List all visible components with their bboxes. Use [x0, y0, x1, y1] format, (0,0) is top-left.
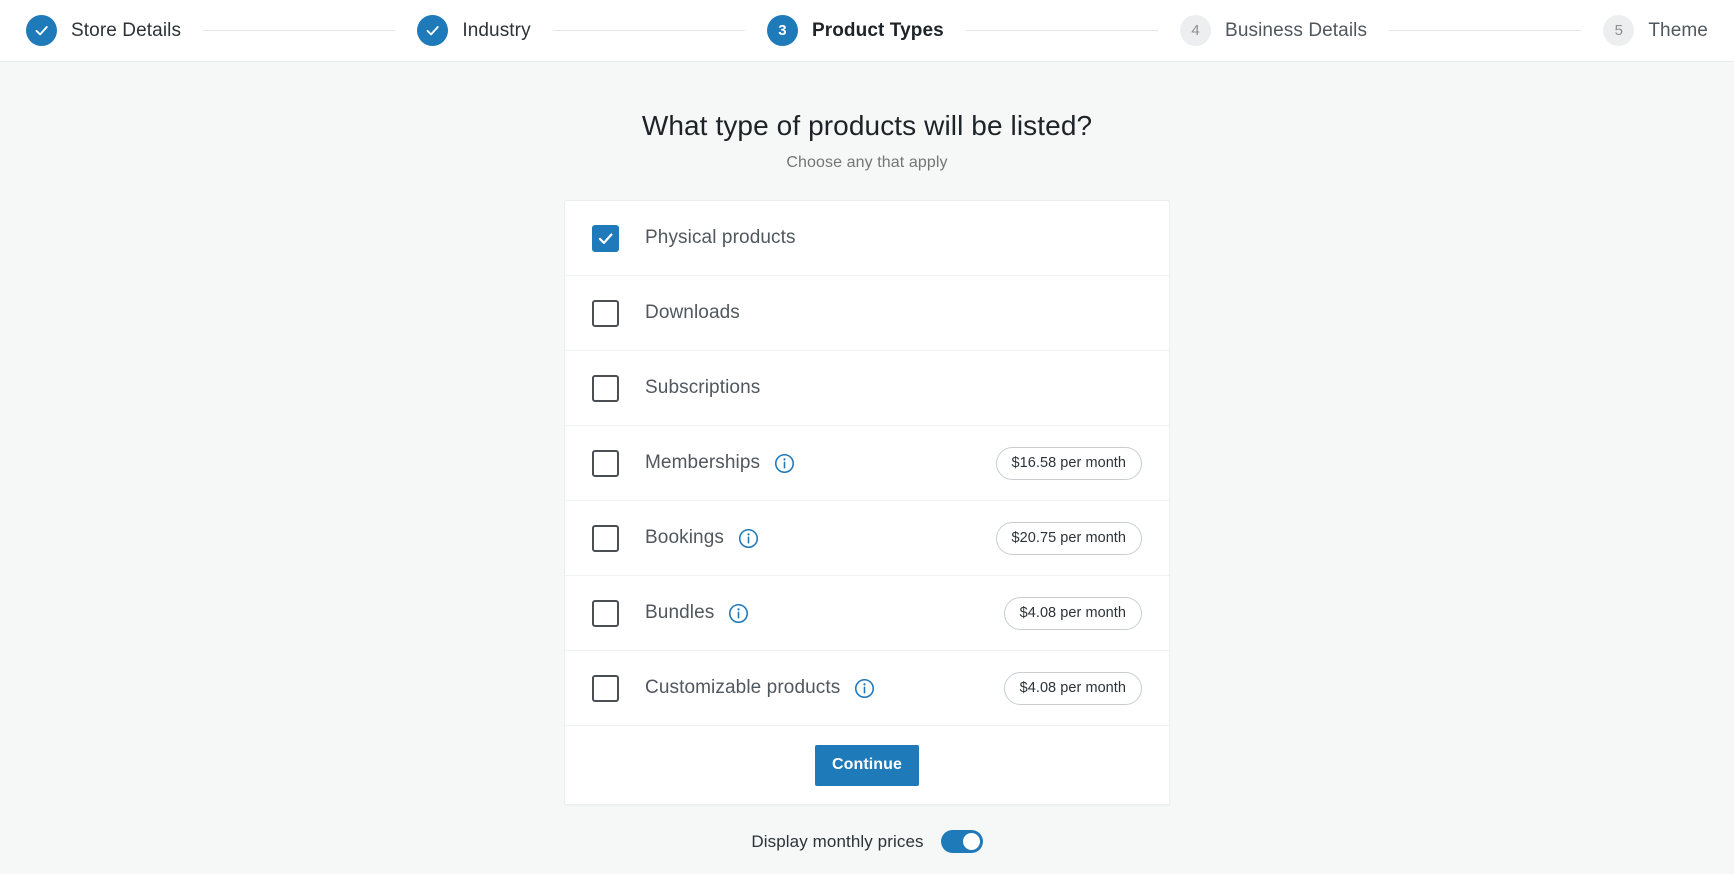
stepper-step-label: Product Types [811, 19, 944, 41]
checkbox-downloads[interactable] [592, 299, 619, 327]
step-connector [1389, 30, 1582, 31]
info-icon[interactable] [774, 453, 795, 474]
display-monthly-prices-toggle[interactable] [940, 830, 983, 853]
stepper-step-label: Industry [462, 19, 531, 41]
product-types-list: Physical products Downloads Subscriptions M… [565, 201, 1169, 726]
stepper-step-label: Business Details [1225, 19, 1368, 41]
stepper-step-label: Store Details [71, 19, 182, 41]
checkbox-subscriptions[interactable] [592, 374, 619, 402]
checkbox-bookings[interactable] [592, 524, 619, 552]
product-type-label: Customizable products [645, 677, 841, 698]
product-type-row[interactable]: Bookings $20.75 per month [565, 501, 1169, 576]
price-badge: $4.08 per month [1003, 596, 1142, 630]
price-badge: $4.08 per month [1003, 671, 1142, 705]
checkbox-bundles[interactable] [592, 599, 619, 627]
product-types-card: Physical products Downloads Subscriptions M… [564, 200, 1170, 805]
step-number-badge: 4 [1180, 15, 1212, 46]
checkbox-customizable-products[interactable] [592, 674, 619, 702]
step-connector [203, 30, 396, 31]
product-type-row[interactable]: Subscriptions [565, 351, 1169, 426]
product-type-label: Downloads [645, 302, 740, 323]
price-badge: $16.58 per month [995, 446, 1142, 480]
product-type-row[interactable]: Customizable products $4.08 per month [565, 651, 1169, 726]
product-type-row[interactable]: Memberships $16.58 per month [565, 426, 1169, 501]
stepper-step-store-details[interactable]: Store Details [26, 15, 181, 46]
check-icon [417, 15, 449, 46]
product-type-row[interactable]: Physical products [565, 201, 1169, 276]
step-connector [965, 30, 1159, 31]
info-icon[interactable] [728, 603, 749, 624]
product-type-label: Physical products [645, 227, 796, 248]
stepper-step-business-details: 4 Business Details [1180, 15, 1367, 46]
info-icon[interactable] [854, 678, 875, 699]
main-content: What type of products will be listed? Ch… [0, 62, 1734, 853]
product-type-label: Bookings [645, 527, 724, 548]
checkbox-memberships[interactable] [592, 449, 619, 477]
stepper-step-label: Theme [1648, 19, 1708, 41]
step-number-badge: 5 [1603, 15, 1635, 46]
product-type-label: Subscriptions [645, 377, 761, 398]
step-number-badge: 3 [766, 15, 798, 46]
product-type-row[interactable]: Downloads [565, 276, 1169, 351]
card-footer: Continue [565, 726, 1169, 804]
product-type-row[interactable]: Bundles $4.08 per month [565, 576, 1169, 651]
page-title: What type of products will be listed? [641, 110, 1093, 141]
stepper-step-product-types[interactable]: 3 Product Types [766, 15, 944, 46]
product-type-label: Bundles [645, 602, 715, 623]
step-connector [552, 30, 745, 31]
checkbox-physical-products[interactable] [592, 224, 619, 252]
info-icon[interactable] [738, 528, 759, 549]
stepper-step-industry[interactable]: Industry [417, 15, 531, 46]
toggle-knob [962, 833, 980, 850]
continue-button[interactable]: Continue [814, 744, 920, 786]
onboarding-stepper-bar: Store Details Industry 3 Product Types 4 Busi… [0, 0, 1734, 62]
display-monthly-prices-control: Display monthly prices [751, 830, 983, 853]
stepper: Store Details Industry 3 Product Types 4 Busi… [26, 15, 1708, 46]
price-badge: $20.75 per month [995, 521, 1142, 555]
page-subtitle: Choose any that apply [786, 154, 948, 171]
product-type-label: Memberships [645, 452, 761, 473]
check-icon [26, 15, 57, 46]
display-monthly-prices-label: Display monthly prices [751, 831, 924, 851]
stepper-step-theme: 5 Theme [1603, 15, 1708, 46]
